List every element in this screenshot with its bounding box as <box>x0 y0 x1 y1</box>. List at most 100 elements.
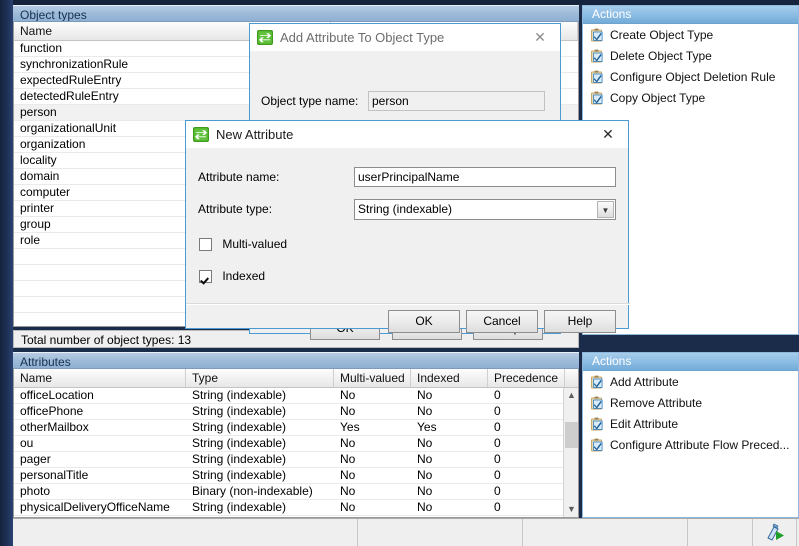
action-object-type-item[interactable]: Delete Object Type <box>583 45 798 66</box>
run-task-icon[interactable] <box>765 522 785 543</box>
action-object-type-item-label: Configure Object Deletion Rule <box>610 69 776 84</box>
attribute-indexed-cell: No <box>417 468 433 482</box>
indexed-label: Indexed <box>222 269 266 283</box>
action-object-type-item[interactable]: Copy Object Type <box>583 87 798 108</box>
scrollbar-thumb[interactable] <box>565 422 578 448</box>
action-object-type-item[interactable]: Create Object Type <box>583 24 798 45</box>
attributes-column-header[interactable]: Precedence <box>488 369 565 387</box>
new-attribute-ok-button[interactable]: OK <box>388 310 460 333</box>
attribute-precedence-cell: 0 <box>494 404 501 418</box>
attribute-multivalued-cell: No <box>340 484 356 498</box>
attribute-name-cell: personalTitle <box>20 468 89 482</box>
attributes-vertical-scrollbar[interactable]: ▲ ▼ <box>563 388 578 517</box>
attribute-type-cell: String (indexable) <box>192 420 287 434</box>
action-attribute-item[interactable]: Remove Attribute <box>583 392 798 413</box>
attribute-type-label: Attribute type: <box>198 202 273 216</box>
multi-valued-checkbox[interactable]: Multi-valued <box>199 237 287 251</box>
action-object-type-item-label: Copy Object Type <box>610 90 706 105</box>
attribute-row[interactable]: personalTitle String (indexable) No No 0 <box>14 468 578 484</box>
action-attribute-item-label: Edit Attribute <box>610 416 679 431</box>
attributes-column-header[interactable]: Indexed <box>411 369 488 387</box>
attribute-multivalued-cell: No <box>340 436 356 450</box>
attribute-precedence-cell: 0 <box>494 468 501 482</box>
attribute-name-cell: pager <box>20 452 51 466</box>
attribute-multivalued-cell: No <box>340 468 356 482</box>
actions-pane-attributes: Actions Add Attribute Remove Attribute Edi… <box>582 352 799 518</box>
attribute-name-input[interactable]: userPrincipalName <box>354 167 616 187</box>
task-icon <box>590 417 604 431</box>
action-attribute-item-label: Remove Attribute <box>610 395 703 410</box>
actions-bottom-header-label: Actions <box>592 354 632 368</box>
close-icon[interactable]: ✕ <box>520 24 560 50</box>
attributes-header-label: Attributes <box>20 355 71 369</box>
new-attribute-dialog[interactable]: New Attribute ✕ Attribute name: userPrin… <box>185 120 630 333</box>
actions-bottom-header: Actions <box>583 353 798 371</box>
attribute-row[interactable]: otherMailbox String (indexable) Yes Yes 0 <box>14 420 578 436</box>
new-attribute-help-button[interactable]: Help <box>544 310 616 333</box>
attributes-grid-body[interactable]: officeLocation String (indexable) No No 0 off… <box>14 388 578 517</box>
attribute-name-label: Attribute name: <box>198 170 280 184</box>
task-icon <box>590 49 604 63</box>
desktop-left-strip <box>0 0 13 546</box>
attribute-indexed-cell: No <box>417 484 433 498</box>
indexed-checkbox[interactable]: Indexed <box>199 269 265 283</box>
actions-top-header: Actions <box>583 6 798 24</box>
attributes-grid-header[interactable]: Name Type Multi-valued Indexed Precedence <box>14 369 578 388</box>
add-attribute-dialog-titlebar[interactable]: Add Attribute To Object Type ✕ <box>250 24 560 51</box>
attribute-row[interactable]: officePhone String (indexable) No No 0 <box>14 404 578 420</box>
attribute-indexed-cell: No <box>417 388 433 402</box>
actions-top-list[interactable]: Create Object Type Delete Object Type Conf… <box>583 24 798 108</box>
action-attribute-item[interactable]: Add Attribute <box>583 371 798 392</box>
attributes-column-header[interactable]: Multi-valued <box>334 369 411 387</box>
object-types-section-header: Object types <box>13 5 579 22</box>
action-object-type-item-label: Delete Object Type <box>610 48 712 63</box>
status-bar <box>13 518 799 546</box>
task-icon <box>590 375 604 389</box>
attribute-precedence-cell: 0 <box>494 500 501 514</box>
scroll-up-arrow-icon[interactable]: ▲ <box>564 388 579 403</box>
close-icon[interactable]: ✕ <box>588 121 628 147</box>
new-attribute-cancel-button[interactable]: Cancel <box>466 310 538 333</box>
status-bar-run-segment[interactable] <box>753 519 797 546</box>
attribute-name-cell: physicalDeliveryOfficeName <box>20 500 170 514</box>
mmc-console-window: Object types NameObject Delet... functio… <box>0 0 799 546</box>
new-attribute-help-label: Help <box>567 314 593 328</box>
attribute-name-cell: photo <box>20 484 51 498</box>
chevron-down-icon[interactable]: ▼ <box>597 201 614 218</box>
task-icon <box>590 28 604 42</box>
add-attribute-dialog-title: Add Attribute To Object Type <box>280 30 445 45</box>
attribute-row[interactable]: photo Binary (non-indexable) No No 0 <box>14 484 578 500</box>
new-attribute-dialog-body: Attribute name: userPrincipalName Attrib… <box>186 148 630 333</box>
attribute-precedence-cell: 0 <box>494 388 501 402</box>
attribute-row[interactable]: officeLocation String (indexable) No No 0 <box>14 388 578 404</box>
action-attribute-item-label: Configure Attribute Flow Preced... <box>610 437 790 452</box>
attribute-type-select[interactable]: String (indexable) ▼ <box>354 199 616 220</box>
attribute-type-cell: Binary (non-indexable) <box>192 484 313 498</box>
attribute-multivalued-cell: Yes <box>340 420 360 434</box>
attributes-section-header: Attributes <box>13 352 579 369</box>
new-attribute-dialog-title: New Attribute <box>216 127 294 142</box>
indexed-checkbox-box[interactable] <box>199 270 212 283</box>
attributes-column-header[interactable]: Name <box>14 369 186 387</box>
attributes-grid[interactable]: Name Type Multi-valued Indexed Precedence of… <box>13 369 579 518</box>
attribute-row[interactable]: ou String (indexable) No No 0 <box>14 436 578 452</box>
actions-bottom-list[interactable]: Add Attribute Remove Attribute Edit Attrib… <box>583 371 798 455</box>
attribute-type-cell: String (indexable) <box>192 500 287 514</box>
attribute-multivalued-cell: No <box>340 388 356 402</box>
attribute-type-value: String (indexable) <box>358 202 453 216</box>
action-object-type-item[interactable]: Configure Object Deletion Rule <box>583 66 798 87</box>
attribute-row[interactable]: physicalDeliveryOfficeName String (indexa… <box>14 500 578 516</box>
attribute-row[interactable]: pager String (indexable) No No 0 <box>14 452 578 468</box>
multi-valued-checkbox-box[interactable] <box>199 238 212 251</box>
action-attribute-item[interactable]: Edit Attribute <box>583 413 798 434</box>
attributes-column-header[interactable]: Type <box>186 369 334 387</box>
scroll-down-arrow-icon[interactable]: ▼ <box>564 502 579 517</box>
attribute-multivalued-cell: No <box>340 404 356 418</box>
attribute-precedence-cell: 0 <box>494 436 501 450</box>
new-attribute-dialog-titlebar[interactable]: New Attribute ✕ <box>186 121 628 148</box>
attribute-multivalued-cell: No <box>340 500 356 514</box>
actions-top-header-label: Actions <box>592 7 632 21</box>
action-attribute-item[interactable]: Configure Attribute Flow Preced... <box>583 434 798 455</box>
attribute-name-cell: ou <box>20 436 34 450</box>
status-bar-segment-4 <box>688 519 753 546</box>
